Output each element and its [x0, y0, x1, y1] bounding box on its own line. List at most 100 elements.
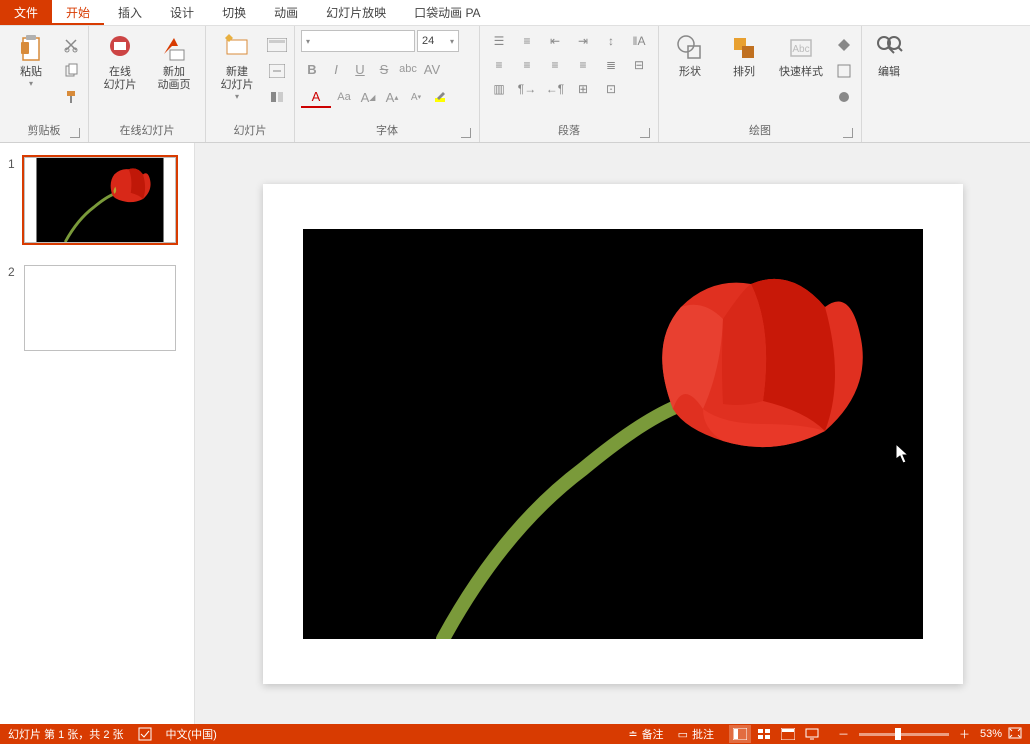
tab-file[interactable]: 文件	[0, 0, 52, 25]
character-spacing-button[interactable]: AV	[421, 58, 443, 80]
tab-insert[interactable]: 插入	[104, 0, 156, 25]
clear-format-button[interactable]: A◢	[357, 86, 379, 108]
slide-content-image[interactable]	[303, 229, 923, 639]
font-size-combo[interactable]: 24	[417, 30, 459, 52]
comments-button[interactable]: ▭ 批注	[678, 726, 714, 742]
group-editing: 编辑	[862, 26, 916, 142]
thumbnail-preview[interactable]	[24, 157, 176, 243]
online-slides-icon	[104, 32, 136, 64]
spellcheck-button[interactable]	[138, 727, 152, 741]
group-clipboard: 粘贴 ▾ 剪贴板	[0, 26, 89, 142]
grow-font-button[interactable]: A▴	[381, 86, 403, 108]
ltr-button[interactable]: ¶→	[514, 78, 540, 100]
italic-button[interactable]: I	[325, 58, 347, 80]
thumbnail-2[interactable]: 2	[8, 265, 186, 351]
workspace: 1 2	[0, 143, 1030, 724]
justify-button[interactable]: ≡	[570, 54, 596, 76]
reset-button[interactable]	[266, 60, 288, 82]
online-slides-label: 在线 幻灯片	[104, 66, 137, 92]
quick-styles-button[interactable]: Abc 快速样式	[773, 30, 829, 79]
slideshow-view-button[interactable]	[801, 725, 823, 743]
align-center-button[interactable]: ≡	[514, 54, 540, 76]
shadow-button[interactable]: abc	[397, 58, 419, 80]
zoom-in-button[interactable]: ＋	[955, 726, 974, 742]
sorter-view-button[interactable]	[753, 725, 775, 743]
shapes-button[interactable]: 形状	[665, 30, 715, 79]
tab-transition[interactable]: 切换	[208, 0, 260, 25]
section-button[interactable]	[266, 86, 288, 108]
new-slide-button[interactable]: 新建 幻灯片 ▾	[212, 30, 262, 101]
shapes-icon	[674, 32, 706, 64]
cut-button[interactable]	[60, 34, 82, 56]
tab-design[interactable]: 设计	[156, 0, 208, 25]
clipboard-launcher[interactable]	[70, 128, 80, 138]
rtl-button[interactable]: ←¶	[542, 78, 568, 100]
new-anim-icon	[158, 32, 190, 64]
group-label-clipboard: 剪贴板	[6, 120, 82, 140]
change-case-button[interactable]: Aa	[333, 86, 355, 108]
status-bar: 幻灯片 第 1 张，共 2 张 中文(中国) ≐ 备注 ▭ 批注 － ＋ 53%	[0, 724, 1030, 744]
thumbnail-number: 1	[8, 157, 18, 171]
text-direction-button[interactable]: ‖A	[626, 30, 652, 52]
shape-effects-button[interactable]	[833, 86, 855, 108]
copy-button[interactable]	[60, 60, 82, 82]
align-right-button[interactable]: ≡	[542, 54, 568, 76]
numbering-button[interactable]: ≡	[514, 30, 540, 52]
group-drawing: 形状 排列 Abc 快速样式 绘图	[659, 26, 862, 142]
fit-window-button[interactable]	[1008, 727, 1022, 742]
language-button[interactable]: 中文(中国)	[166, 726, 217, 742]
new-anim-button[interactable]: 新加 动画页	[149, 30, 199, 92]
font-color-button[interactable]: A	[301, 86, 331, 108]
paste-label: 粘贴	[20, 66, 42, 79]
paste-button[interactable]: 粘贴 ▾	[6, 30, 56, 88]
editing-button[interactable]: 编辑	[868, 30, 910, 79]
line-spacing-button[interactable]: ↕	[598, 30, 624, 52]
group-label-drawing: 绘图	[665, 120, 855, 140]
increase-indent-button[interactable]: ⇥	[570, 30, 596, 52]
notes-button[interactable]: ≐ 备注	[628, 726, 663, 742]
tulip-image	[303, 229, 923, 639]
thumbnail-preview[interactable]	[24, 265, 176, 351]
quick-styles-label: 快速样式	[779, 66, 823, 79]
arrange-icon	[728, 32, 760, 64]
font-launcher[interactable]	[461, 128, 471, 138]
slide-canvas[interactable]	[263, 184, 963, 684]
thumbnail-panel[interactable]: 1 2	[0, 143, 195, 724]
normal-view-button[interactable]	[729, 725, 751, 743]
strikethrough-button[interactable]: S	[373, 58, 395, 80]
convert-button[interactable]: ⊡	[598, 78, 624, 100]
group-online: 在线 幻灯片 新加 动画页 在线幻灯片	[89, 26, 206, 142]
decrease-indent-button[interactable]: ⇤	[542, 30, 568, 52]
tulip-image-thumb	[25, 158, 175, 242]
tab-animation[interactable]: 动画	[260, 0, 312, 25]
zoom-slider[interactable]	[859, 733, 949, 736]
tab-slideshow[interactable]: 幻灯片放映	[312, 0, 400, 25]
shape-outline-button[interactable]	[833, 60, 855, 82]
slide-area[interactable]	[195, 143, 1030, 724]
underline-button[interactable]: U	[349, 58, 371, 80]
font-family-combo[interactable]	[301, 30, 415, 52]
online-slides-button[interactable]: 在线 幻灯片	[95, 30, 145, 92]
bullets-button[interactable]: ☰	[486, 30, 512, 52]
paragraph-launcher[interactable]	[640, 128, 650, 138]
layout-button[interactable]	[266, 34, 288, 56]
arrange-button[interactable]: 排列	[719, 30, 769, 79]
thumbnail-1[interactable]: 1	[8, 157, 186, 243]
zoom-out-button[interactable]: －	[834, 726, 853, 742]
reading-view-button[interactable]	[777, 725, 799, 743]
smartart-button[interactable]: ⊞	[570, 78, 596, 100]
align-left-button[interactable]: ≡	[486, 54, 512, 76]
columns-button[interactable]: ▥	[486, 78, 512, 100]
drawing-launcher[interactable]	[843, 128, 853, 138]
align-text-button[interactable]: ⊟	[626, 54, 652, 76]
tab-home[interactable]: 开始	[52, 0, 104, 25]
distribute-button[interactable]: ≣	[598, 54, 624, 76]
bold-button[interactable]: B	[301, 58, 323, 80]
shrink-font-button[interactable]: A▾	[405, 86, 427, 108]
format-painter-button[interactable]	[60, 86, 82, 108]
highlight-button[interactable]	[429, 86, 451, 108]
zoom-level[interactable]: 53%	[980, 728, 1002, 740]
slide-counter[interactable]: 幻灯片 第 1 张，共 2 张	[8, 726, 124, 742]
shape-fill-button[interactable]	[833, 34, 855, 56]
tab-pa[interactable]: 口袋动画 PA	[400, 0, 494, 25]
